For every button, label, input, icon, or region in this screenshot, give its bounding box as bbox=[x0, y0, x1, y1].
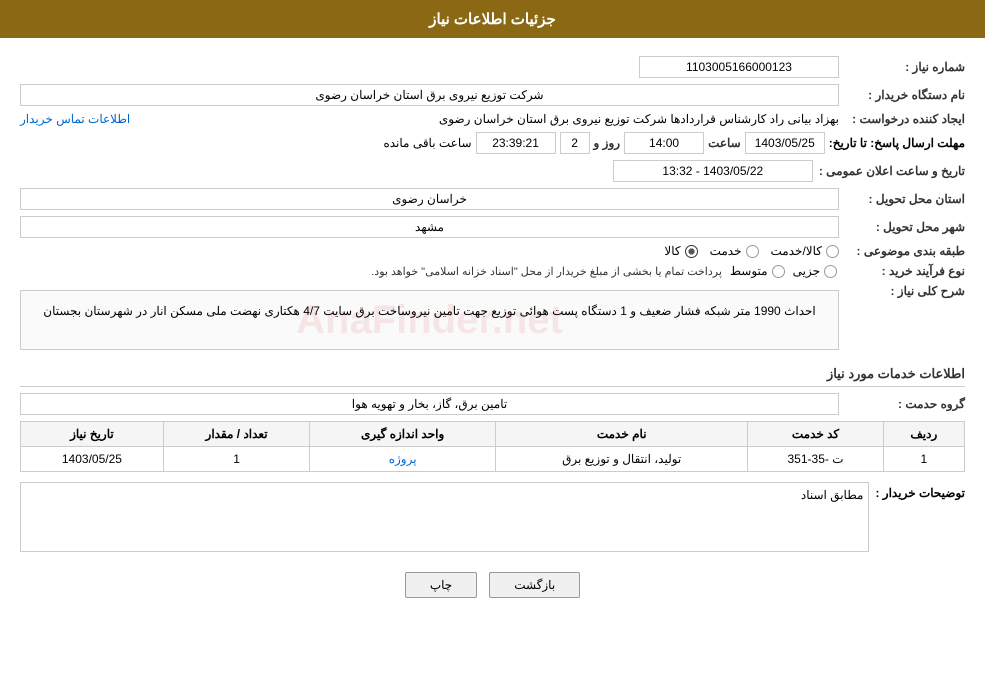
radio-goods-service bbox=[826, 245, 839, 258]
city-value: مشهد bbox=[20, 216, 839, 238]
need-number-label: شماره نیاز : bbox=[845, 60, 965, 74]
purchase-type-medium[interactable]: متوسط bbox=[730, 264, 785, 278]
print-button[interactable]: چاپ bbox=[405, 572, 477, 598]
category-option-goods[interactable]: کالا bbox=[664, 244, 697, 258]
col-row: ردیف bbox=[883, 422, 964, 447]
service-group-value: تامین برق، گاز، بخار و تهویه هوا bbox=[20, 393, 839, 415]
services-section-label: اطلاعات خدمات مورد نیاز bbox=[20, 366, 965, 387]
buyer-org-label: نام دستگاه خریدار : bbox=[845, 88, 965, 102]
category-option-goods-service[interactable]: کالا/خدمت bbox=[771, 244, 839, 258]
deadline-time-label: ساعت bbox=[708, 136, 741, 150]
services-table: ردیف کد خدمت نام خدمت واحد اندازه گیری ت… bbox=[20, 421, 965, 472]
cell-date: 1403/05/25 bbox=[21, 447, 164, 472]
page-title: جزئیات اطلاعات نیاز bbox=[0, 0, 985, 38]
city-label: شهر محل تحویل : bbox=[845, 220, 965, 234]
deadline-date: 1403/05/25 bbox=[745, 132, 825, 154]
back-button[interactable]: بازگشت bbox=[489, 572, 580, 598]
deadline-label: مهلت ارسال پاسخ: تا تاریخ: bbox=[829, 136, 965, 150]
cell-name: تولید، انتقال و توزیع برق bbox=[496, 447, 748, 472]
deadline-remaining: 23:39:21 bbox=[476, 132, 556, 154]
creator-value: بهزاد بیانی راد کارشناس قراردادها شرکت ت… bbox=[136, 112, 839, 126]
deadline-days: 2 bbox=[560, 132, 590, 154]
purchase-type-partial[interactable]: جزیی bbox=[793, 264, 837, 278]
radio-goods bbox=[685, 245, 698, 258]
announcement-value: 1403/05/22 - 13:32 bbox=[613, 160, 813, 182]
description-box: AnaFinder.net احداث 1990 متر شبکه فشار ض… bbox=[20, 290, 839, 350]
category-option-service[interactable]: خدمت bbox=[710, 244, 759, 258]
cell-code: ت -35-351 bbox=[748, 447, 883, 472]
contact-link[interactable]: اطلاعات تماس خریدار bbox=[20, 112, 130, 126]
buyer-notes-label: توضیحات خریدار : bbox=[875, 482, 965, 500]
buyer-notes-box: مطابق اسناد bbox=[20, 482, 869, 552]
col-name: نام خدمت bbox=[496, 422, 748, 447]
radio-service bbox=[746, 245, 759, 258]
category-label: طبقه بندی موضوعی : bbox=[845, 244, 965, 258]
cell-quantity: 1 bbox=[163, 447, 309, 472]
buyer-org-value: شرکت توزیع نیروی برق استان خراسان رضوی bbox=[20, 84, 839, 106]
cell-row: 1 bbox=[883, 447, 964, 472]
buyer-notes-value: مطابق اسناد bbox=[801, 488, 864, 502]
cell-unit: پروژه bbox=[310, 447, 496, 472]
deadline-days-label: روز و bbox=[594, 136, 621, 150]
service-group-label: گروه حدمت : bbox=[845, 397, 965, 411]
category-options: کالا خدمت کالا/خدمت bbox=[664, 244, 839, 258]
creator-label: ایجاد کننده درخواست : bbox=[845, 112, 965, 126]
col-quantity: تعداد / مقدار bbox=[163, 422, 309, 447]
col-unit: واحد اندازه گیری bbox=[310, 422, 496, 447]
purchase-type-label: نوع فرآیند خرید : bbox=[845, 264, 965, 278]
province-value: خراسان رضوی bbox=[20, 188, 839, 210]
table-row: 1 ت -35-351 تولید، انتقال و توزیع برق پر… bbox=[21, 447, 965, 472]
deadline-remaining-label: ساعت باقی مانده bbox=[383, 136, 471, 150]
col-date: تاریخ نیاز bbox=[21, 422, 164, 447]
purchase-type-note: پرداخت تمام یا بخشی از مبلغ خریدار از مح… bbox=[371, 265, 722, 278]
col-code: کد خدمت bbox=[748, 422, 883, 447]
radio-partial bbox=[824, 265, 837, 278]
deadline-time: 14:00 bbox=[624, 132, 704, 154]
description-text: احداث 1990 متر شبکه فشار ضعیف و 1 دستگاه… bbox=[43, 304, 816, 318]
radio-medium bbox=[772, 265, 785, 278]
need-number-value: 1103005166000123 bbox=[639, 56, 839, 78]
announcement-label: تاریخ و ساعت اعلان عمومی : bbox=[819, 164, 965, 178]
province-label: استان محل تحویل : bbox=[845, 192, 965, 206]
description-label: شرح کلی نیاز : bbox=[845, 284, 965, 298]
